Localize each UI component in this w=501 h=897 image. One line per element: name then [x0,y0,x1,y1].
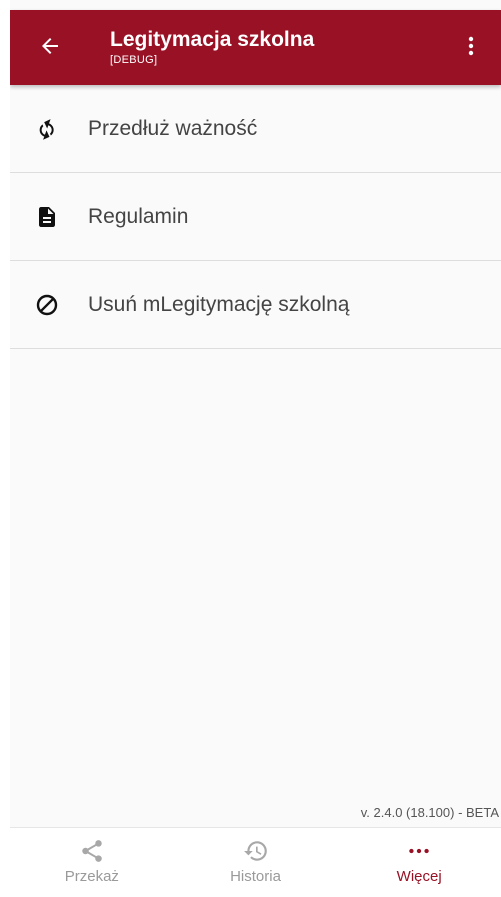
page-title: Legitymacja szkolna [110,28,315,51]
title-block: Legitymacja szkolna [DEBUG] [110,27,314,67]
refresh-icon [34,116,60,142]
nav-item-share[interactable]: Przekaż [10,828,174,897]
bottom-navigation: Przekaż Historia Więcej [10,827,501,897]
menu-item-terms[interactable]: Regulamin [10,173,501,261]
menu-item-label: Przedłuż ważność [88,116,258,140]
menu-item-delete-id[interactable]: Usuń mLegitymację szkolną [10,261,501,349]
document-icon [34,204,60,230]
overflow-menu-button[interactable] [451,26,491,66]
screen: Legitymacja szkolna [DEBUG] Przedłuż waż… [0,0,501,897]
nav-label: Historia [230,868,281,885]
block-icon [34,292,60,318]
history-icon [243,838,269,864]
app-bar: Legitymacja szkolna [DEBUG] [10,10,501,85]
screen-edge [0,0,10,897]
nav-item-more[interactable]: Więcej [337,828,501,897]
page-subtitle: [DEBUG] [110,54,158,66]
nav-item-history[interactable]: Historia [174,828,338,897]
nav-label: Przekaż [64,868,119,885]
menu-item-label: Usuń mLegitymację szkolną [88,292,350,316]
arrow-left-icon [42,38,58,54]
more-horiz-icon [406,838,432,864]
share-icon [79,838,105,864]
more-vert-icon [468,36,474,56]
menu-item-label: Regulamin [88,204,189,228]
back-button[interactable] [28,24,72,68]
version-label: v. 2.4.0 (18.100) - BETA [360,805,499,820]
menu-list: Przedłuż ważność Regulamin Usuń mLegitym… [10,85,501,349]
menu-item-extend-validity[interactable]: Przedłuż ważność [10,85,501,173]
nav-label: Więcej [396,868,442,885]
